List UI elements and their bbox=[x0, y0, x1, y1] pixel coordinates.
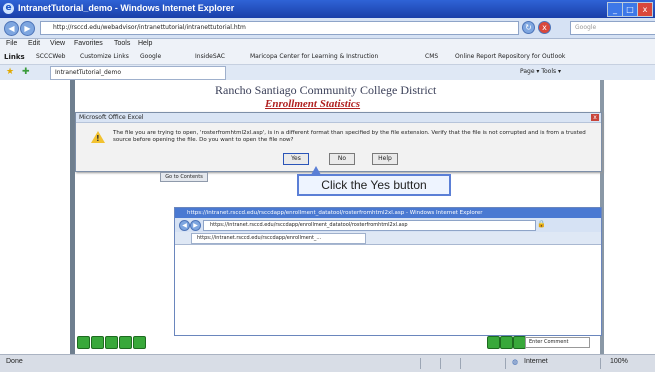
page-heading: Enrollment Statistics bbox=[265, 98, 361, 110]
menu-edit[interactable]: Edit bbox=[28, 40, 40, 47]
menu-favorites[interactable]: Favorites bbox=[74, 40, 103, 47]
menu-file[interactable]: File bbox=[6, 40, 17, 47]
go-to-contents-button[interactable]: Go to Contents bbox=[160, 172, 208, 182]
address-toolbar: ◀ ▶ http://rsccd.edu/webadvisor/intranet… bbox=[0, 18, 655, 39]
link-google[interactable]: Google bbox=[140, 53, 161, 60]
zoom-level[interactable]: 100% bbox=[610, 358, 628, 365]
menu-bar: File Edit View Favorites Tools Help bbox=[0, 39, 655, 51]
menu-view[interactable]: View bbox=[50, 40, 65, 47]
links-bar: Links SCCCWeb Customize Links Google Ins… bbox=[0, 51, 655, 65]
instruction-callout: Click the Yes button bbox=[297, 174, 451, 196]
dialog-message: The file you are trying to open, 'roster… bbox=[113, 130, 586, 143]
add-favorite-icon[interactable]: ✚ bbox=[22, 67, 30, 77]
lock-icon: 🔒 bbox=[537, 220, 546, 228]
link-cms[interactable]: CMS bbox=[425, 53, 438, 60]
links-label: Links bbox=[4, 53, 25, 61]
close-button[interactable]: x bbox=[637, 2, 653, 17]
prev-page-button[interactable] bbox=[91, 336, 104, 349]
college-name: Rancho Santiago Community College Distri… bbox=[215, 83, 437, 97]
link-insidesac[interactable]: InsideSAC bbox=[195, 53, 225, 60]
menu-help[interactable]: Help bbox=[138, 40, 152, 47]
inner-back-icon[interactable]: ◀ bbox=[179, 220, 190, 231]
dialog-title: Microsoft Office Excel bbox=[76, 113, 601, 123]
back-icon[interactable]: ◀ bbox=[4, 21, 19, 36]
next-page-button[interactable] bbox=[119, 336, 132, 349]
favorites-star-icon[interactable]: ★ bbox=[6, 67, 14, 77]
ie-logo-icon: e bbox=[3, 3, 14, 14]
link-sccc[interactable]: SCCCWeb bbox=[36, 53, 65, 60]
help-button[interactable]: Help bbox=[372, 153, 398, 165]
maximize-button[interactable]: □ bbox=[622, 2, 638, 17]
inner-address-input[interactable]: https://intranet.rsccd.edu/rsccdapp/enro… bbox=[203, 220, 536, 231]
status-divider bbox=[440, 358, 441, 369]
inner-tab[interactable]: https://intranet.rsccd.edu/rsccdapp/enro… bbox=[191, 233, 366, 244]
address-input[interactable]: http://rsccd.edu/webadvisor/intranettuto… bbox=[40, 21, 519, 35]
inner-address-toolbar: ◀ ▶ https://intranet.rsccd.edu/rsccdapp/… bbox=[175, 218, 601, 232]
forward-icon[interactable]: ▶ bbox=[20, 21, 35, 36]
link-maricopa[interactable]: Maricopa Center for Learning & Instructi… bbox=[250, 53, 378, 60]
status-text: Done bbox=[6, 358, 23, 365]
minimize-button[interactable]: _ bbox=[607, 2, 623, 17]
stop-icon[interactable]: x bbox=[538, 21, 551, 34]
inner-forward-icon[interactable]: ▶ bbox=[190, 220, 201, 231]
window-title: IntranetTutorial_demo - Windows Internet… bbox=[18, 3, 235, 13]
refresh-icon[interactable]: ↻ bbox=[522, 21, 535, 34]
first-page-button[interactable] bbox=[77, 336, 90, 349]
status-divider bbox=[420, 358, 421, 369]
zoom-out-button[interactable] bbox=[487, 336, 500, 349]
tab-bar: ★ ✚ IntranetTutorial_demo Page ▾ Tools ▾ bbox=[0, 65, 655, 81]
no-button[interactable]: No bbox=[329, 153, 355, 165]
inner-browser-window: https://intranet.rsccd.edu/rsccdapp/enro… bbox=[174, 207, 602, 336]
status-divider bbox=[505, 358, 506, 369]
inner-window-title: https://intranet.rsccd.edu/rsccdapp/enro… bbox=[175, 208, 601, 218]
menu-tools[interactable]: Tools bbox=[114, 40, 130, 47]
status-divider bbox=[600, 358, 601, 369]
warning-exclamation: ! bbox=[96, 134, 100, 143]
status-bar: Done ◍ Internet 100% bbox=[0, 354, 655, 372]
dialog-close-icon[interactable]: x bbox=[591, 114, 599, 121]
window-title-bar: e IntranetTutorial_demo - Windows Intern… bbox=[0, 0, 655, 18]
last-page-button[interactable] bbox=[133, 336, 146, 349]
status-divider bbox=[460, 358, 461, 369]
comment-input[interactable]: Enter Comment bbox=[525, 337, 590, 348]
link-customize[interactable]: Customize Links bbox=[80, 53, 129, 60]
pause-button[interactable] bbox=[105, 336, 118, 349]
zoom-in-button[interactable] bbox=[500, 336, 513, 349]
tab-intranet-tutorial[interactable]: IntranetTutorial_demo bbox=[50, 66, 226, 80]
yes-button[interactable]: Yes bbox=[283, 153, 309, 165]
inner-tab-bar: https://intranet.rsccd.edu/rsccdapp/enro… bbox=[175, 232, 601, 245]
page-tools-menu[interactable]: Page ▾ Tools ▾ bbox=[520, 68, 561, 75]
search-input[interactable]: Google bbox=[570, 21, 655, 35]
link-online-report[interactable]: Online Report Repository for Outlook bbox=[455, 53, 565, 60]
zone-text: Internet bbox=[524, 358, 548, 365]
globe-icon: ◍ bbox=[512, 359, 519, 366]
excel-warning-dialog: Microsoft Office Excel x ! The file you … bbox=[75, 112, 602, 172]
